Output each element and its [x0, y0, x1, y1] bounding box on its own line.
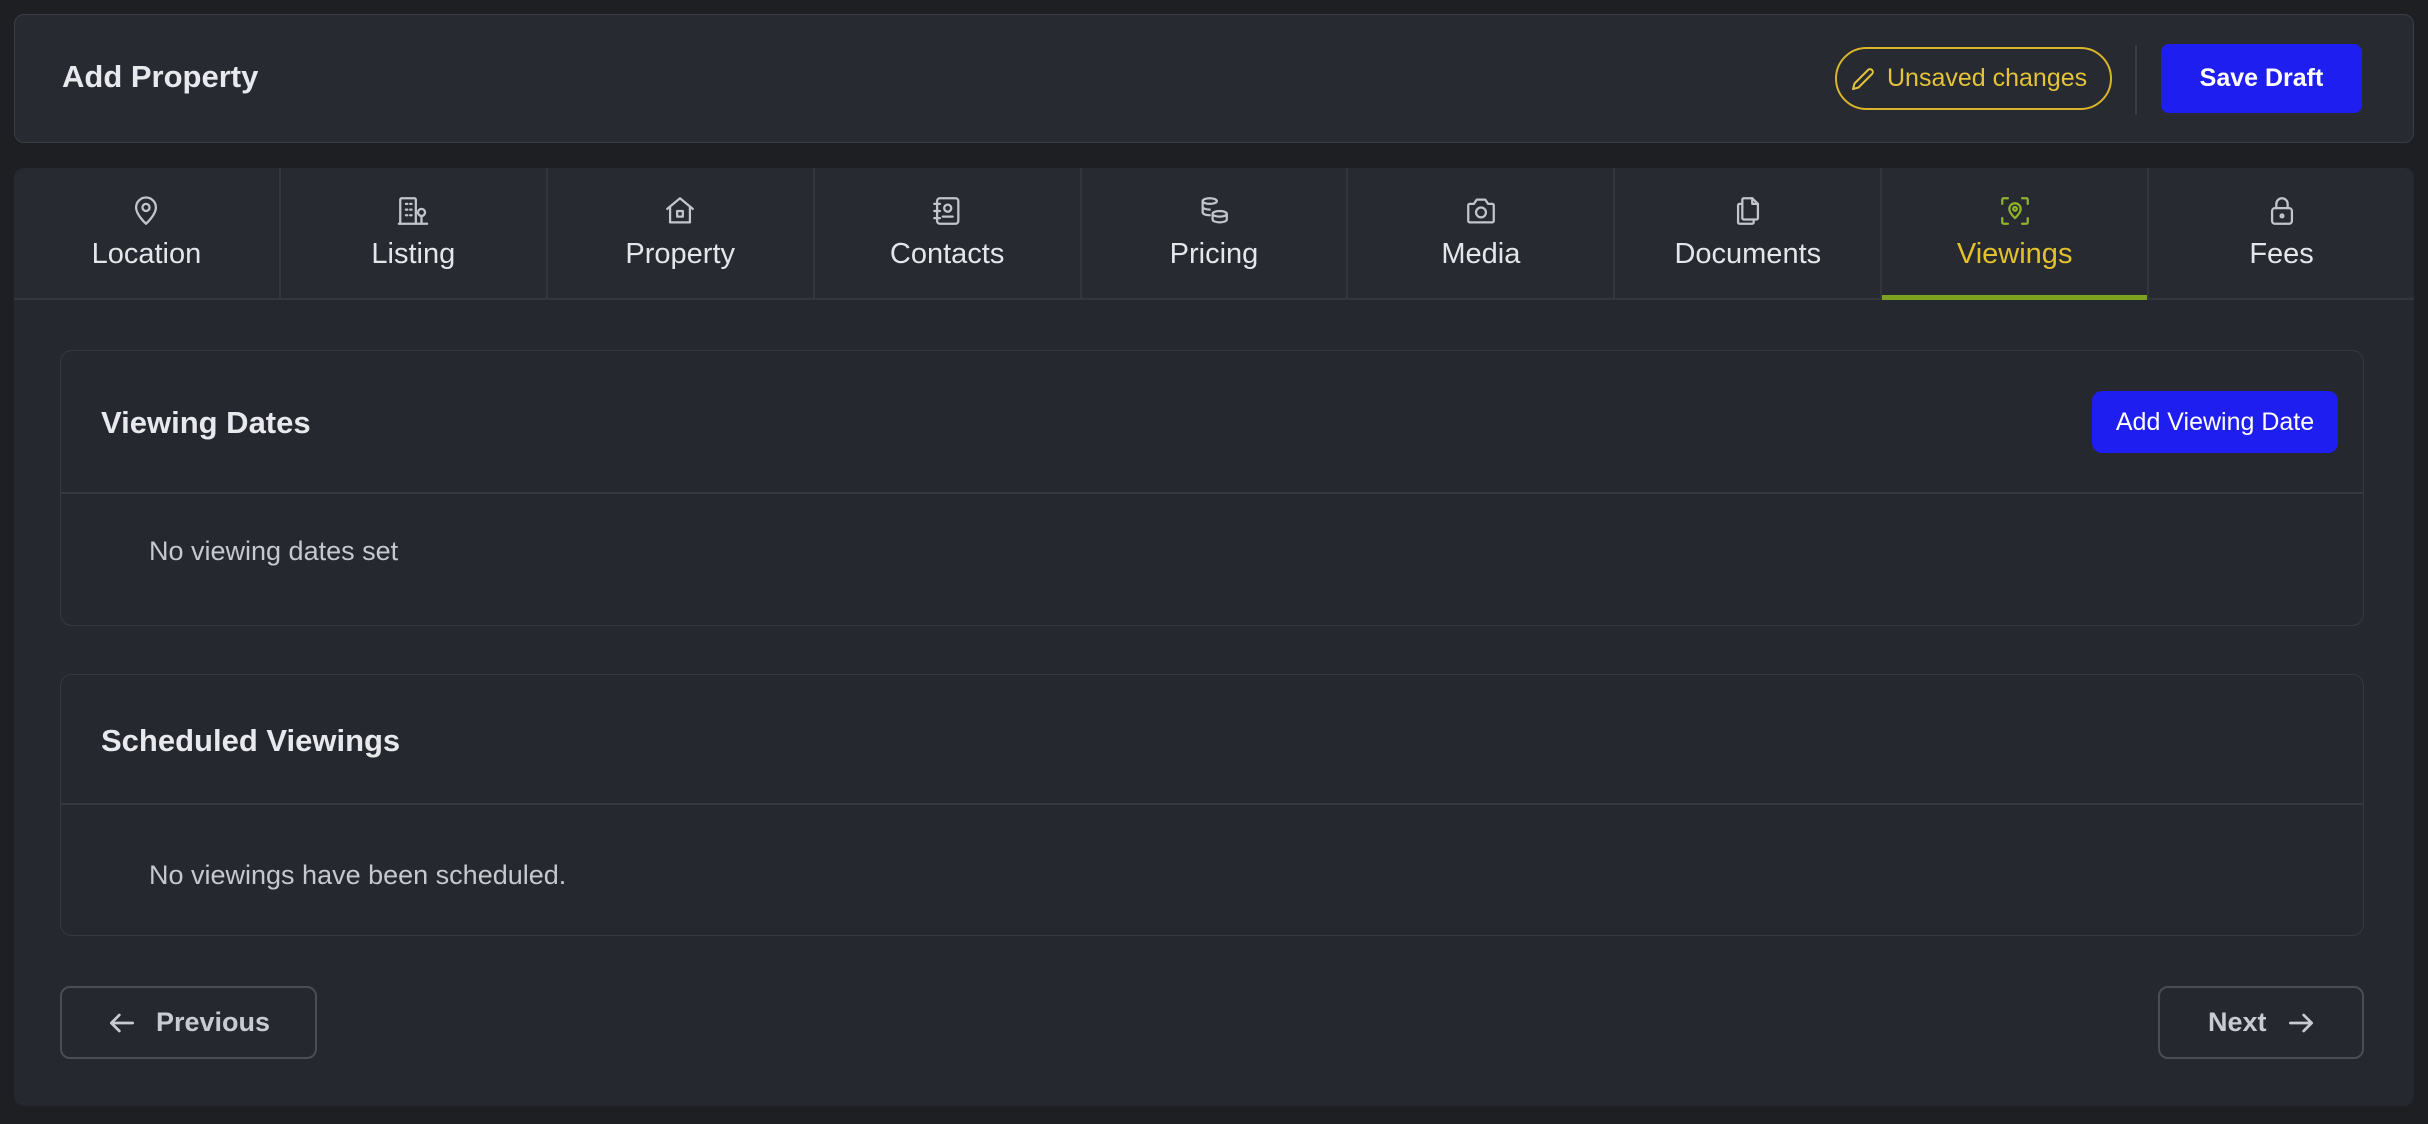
scheduled-viewings-title: Scheduled Viewings [101, 723, 401, 758]
map-pin-icon [135, 196, 158, 225]
tab-pricing[interactable]: Pricing [1081, 168, 1349, 298]
tab-documents[interactable]: Documents [1615, 168, 1883, 298]
tab-media[interactable]: Media [1348, 168, 1616, 298]
previous-button[interactable]: Previous [60, 986, 317, 1059]
step-tabs: Location Listing Property Contacts Prici… [14, 168, 2414, 300]
tab-label: Pricing [1169, 238, 1259, 270]
contact-book-icon [933, 197, 960, 225]
coins-icon [1201, 197, 1228, 224]
lock-icon [2270, 197, 2293, 225]
next-label: Next [2208, 1007, 2267, 1037]
add-viewing-date-button[interactable]: Add Viewing Date [2092, 391, 2338, 453]
unsaved-changes-badge: Unsaved changes [1835, 47, 2112, 110]
tab-listing[interactable]: Listing [280, 168, 548, 298]
tab-label: Location [91, 238, 202, 270]
header-divider [2135, 45, 2137, 115]
scheduled-viewings-header: Scheduled Viewings [61, 675, 2363, 805]
pencil-icon [1852, 67, 1874, 90]
tab-location[interactable]: Location [14, 168, 281, 298]
scan-location-icon [2000, 197, 2029, 225]
previous-label: Previous [156, 1007, 271, 1037]
viewing-dates-header: Viewing Dates Add Viewing Date [61, 351, 2363, 494]
tab-property[interactable]: Property [547, 168, 815, 298]
tab-label: Documents [1674, 238, 1822, 270]
scheduled-viewings-card: Scheduled Viewings No viewings have been… [60, 674, 2364, 936]
tab-label: Contacts [889, 238, 1005, 270]
tab-contacts[interactable]: Contacts [814, 168, 1082, 298]
tab-viewings[interactable]: Viewings [1882, 168, 2150, 300]
viewing-dates-card: Viewing Dates Add Viewing Date No viewin… [60, 350, 2364, 626]
viewing-dates-title: Viewing Dates [101, 405, 311, 440]
page-title: Add Property [62, 59, 259, 94]
tab-label: Listing [371, 238, 456, 270]
tab-label: Viewings [1956, 238, 2073, 270]
save-draft-button[interactable]: Save Draft [2161, 44, 2362, 113]
tab-fees[interactable]: Fees [2149, 168, 2414, 298]
scheduled-viewings-empty-message: No viewings have been scheduled. [149, 860, 567, 890]
arrow-left-icon [110, 1013, 134, 1032]
form-panel: Location Listing Property Contacts Prici… [14, 168, 2414, 1106]
unsaved-changes-label: Unsaved changes [1887, 64, 2088, 92]
tab-label: Fees [2249, 238, 2314, 270]
arrow-right-icon [2288, 1013, 2313, 1032]
viewing-dates-empty-message: No viewing dates set [149, 536, 399, 566]
page-header: Add Property Unsaved changes Save Draft [14, 14, 2414, 143]
camera-icon [1467, 198, 1495, 224]
documents-icon [1736, 197, 1759, 225]
building-icon [398, 197, 429, 225]
tab-label: Media [1441, 238, 1521, 270]
house-icon [666, 197, 695, 224]
tab-label: Property [625, 238, 736, 270]
next-button[interactable]: Next [2158, 986, 2364, 1059]
